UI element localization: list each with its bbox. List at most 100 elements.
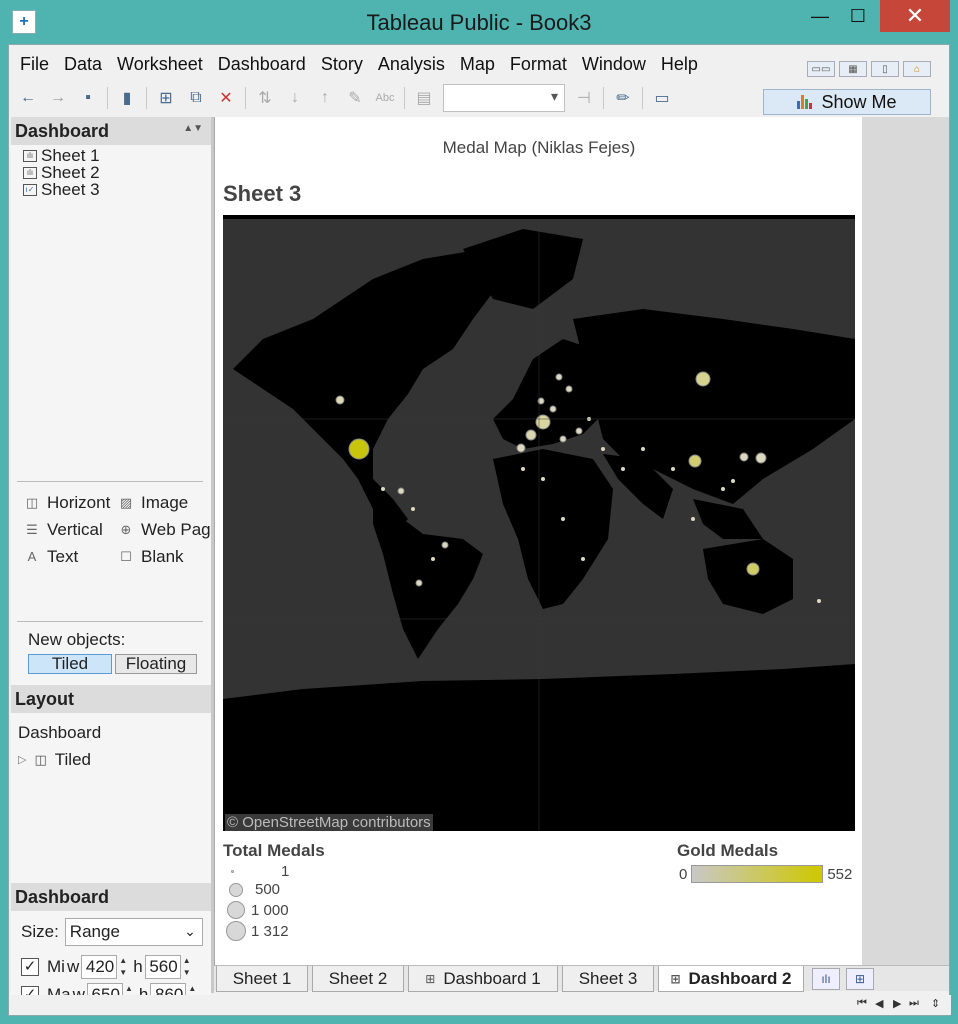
- prev-sheet-icon[interactable]: ◀: [875, 997, 883, 1010]
- menu-data[interactable]: Data: [64, 54, 102, 75]
- size-dot-icon: [229, 882, 243, 897]
- section-menu-icon[interactable]: ▲▼: [183, 123, 203, 134]
- layout-tree-item[interactable]: ▷ ◫ Tiled: [18, 746, 101, 773]
- redo-icon[interactable]: →: [47, 87, 69, 109]
- object-blank[interactable]: ☐ Blank: [119, 547, 213, 567]
- size-dot-icon: [227, 901, 245, 919]
- clear-sheet-icon[interactable]: ✕: [215, 87, 237, 109]
- menu-dashboard[interactable]: Dashboard: [218, 54, 306, 75]
- map-attribution[interactable]: © OpenStreetMap contributors: [225, 814, 433, 831]
- layout-section-header: Layout: [11, 685, 211, 713]
- object-label: Image: [141, 492, 189, 512]
- tab-dashboard-2[interactable]: ⊞ Dashboard 2: [658, 966, 804, 992]
- maximize-button[interactable]: ☐: [833, 0, 883, 32]
- size-value: Range: [69, 922, 120, 941]
- size-dot-icon: [226, 921, 246, 941]
- object-horizontal[interactable]: ◫ Horizont: [25, 493, 119, 513]
- tab-sheet-1[interactable]: Sheet 1: [216, 966, 308, 992]
- pen-icon[interactable]: ✏: [612, 87, 634, 109]
- gold-gradient-bar: [691, 865, 824, 883]
- menu-analysis[interactable]: Analysis: [378, 54, 445, 75]
- worksheet-used-icon: ı✓: [23, 183, 37, 196]
- min-size-checkbox[interactable]: ✓: [21, 958, 39, 976]
- bar-chart-icon: [797, 95, 813, 109]
- data-source-view-icon[interactable]: ▯: [871, 61, 899, 77]
- next-sheet-icon[interactable]: ▶: [893, 997, 901, 1010]
- medal-map[interactable]: © OpenStreetMap contributors: [223, 215, 855, 831]
- undo-icon[interactable]: ←: [17, 87, 39, 109]
- pin-icon[interactable]: ⊣: [573, 87, 595, 109]
- tab-sheet-3[interactable]: Sheet 3: [562, 966, 654, 992]
- duplicate-sheet-icon[interactable]: ⧉: [185, 87, 207, 109]
- gold-min-label: 0: [679, 865, 688, 883]
- total-medals-legend-title: Total Medals: [223, 841, 325, 860]
- min-width-spinner[interactable]: ▲ ▼: [117, 955, 129, 979]
- legend-size-item: 1 000: [227, 901, 289, 919]
- tab-label: Dashboard 1: [443, 968, 541, 988]
- scroll-arrows-icon[interactable]: ⇕: [931, 997, 940, 1010]
- tab-label: Sheet 1: [232, 968, 292, 988]
- home-icon[interactable]: ⌂: [903, 61, 931, 77]
- new-worksheet-tab-icon[interactable]: ılı: [812, 968, 840, 990]
- show-me-button[interactable]: Show Me: [763, 89, 931, 115]
- menu-bar: File Data Worksheet Dashboard Story Anal…: [9, 49, 769, 79]
- film-strip-view-icon[interactable]: ▭▭: [807, 61, 835, 77]
- min-height-input[interactable]: 560: [144, 955, 181, 979]
- tab-sheet-2[interactable]: Sheet 2: [312, 966, 404, 992]
- tab-label: Sheet 2: [328, 968, 388, 988]
- toolbar-separator: [404, 87, 405, 109]
- menu-worksheet[interactable]: Worksheet: [117, 54, 203, 75]
- new-dashboard-tab-icon[interactable]: ⊞: [846, 968, 874, 990]
- object-label: Blank: [141, 546, 184, 566]
- sort-desc-icon[interactable]: ↑: [314, 87, 336, 109]
- menu-file[interactable]: File: [20, 54, 49, 75]
- presentation-icon[interactable]: ▭: [651, 87, 673, 109]
- text-icon: A: [27, 549, 37, 564]
- swap-icon[interactable]: ⇅: [254, 87, 276, 109]
- fit-dropdown[interactable]: ▾: [443, 84, 565, 112]
- legend-size-item: 500: [229, 881, 280, 898]
- size-select[interactable]: Range ⌄: [64, 918, 203, 946]
- new-worksheet-icon[interactable]: ⊞: [155, 87, 177, 109]
- highlight-icon[interactable]: ✎: [344, 87, 366, 109]
- tab-dashboard-1[interactable]: ⊞ Dashboard 1: [408, 966, 558, 992]
- sheet-list-item[interactable]: ılı Sheet 1: [23, 146, 100, 165]
- tab-label: Sheet 3: [578, 968, 638, 988]
- menu-map[interactable]: Map: [460, 54, 495, 75]
- floating-toggle[interactable]: Floating: [115, 654, 197, 674]
- toolbar-separator: [107, 87, 108, 109]
- save-icon[interactable]: ▪: [77, 87, 99, 109]
- gold-medals-legend-title: Gold Medals: [677, 841, 779, 860]
- min-height-spinner[interactable]: ▲ ▼: [181, 955, 193, 979]
- labels-icon[interactable]: Abc: [374, 87, 396, 109]
- first-sheet-icon[interactable]: ⏮: [857, 997, 867, 1010]
- worksheet-icon: ılı: [23, 149, 37, 162]
- sheet-list-item[interactable]: ılı Sheet 2: [23, 163, 100, 182]
- expand-arrow-icon[interactable]: ▷: [18, 753, 26, 766]
- tab-label: Dashboard 2: [688, 968, 792, 988]
- divider: [17, 621, 203, 622]
- title-bar: + Tableau Public - Book3 — ☐ ✕: [0, 0, 958, 44]
- globe-icon: ⊕: [120, 521, 132, 537]
- menu-help[interactable]: Help: [661, 54, 698, 75]
- layout-tree-root[interactable]: Dashboard: [18, 719, 101, 746]
- sheet-list-item[interactable]: ı✓ Sheet 3: [23, 180, 100, 199]
- close-button[interactable]: ✕: [880, 0, 950, 32]
- sheet-sorter-view-icon[interactable]: ▦: [839, 61, 867, 77]
- fit-icon[interactable]: ▤: [413, 87, 435, 109]
- object-web-page[interactable]: ⊕ Web Pag: [119, 520, 213, 540]
- menu-story[interactable]: Story: [321, 54, 363, 75]
- data-source-icon[interactable]: ▮: [116, 87, 138, 109]
- menu-window[interactable]: Window: [582, 54, 646, 75]
- object-text[interactable]: A Text: [25, 547, 119, 567]
- min-width-input[interactable]: 420: [81, 955, 118, 979]
- menu-format[interactable]: Format: [510, 54, 567, 75]
- object-vertical[interactable]: ☰ Vertical: [25, 520, 119, 540]
- tiled-toggle[interactable]: Tiled: [28, 654, 112, 674]
- chevron-down-icon: ▾: [550, 88, 558, 104]
- object-image[interactable]: ▨ Image: [119, 493, 213, 513]
- last-sheet-icon[interactable]: ⏭: [909, 997, 919, 1010]
- sort-asc-icon[interactable]: ↓: [284, 87, 306, 109]
- dashboard-title: Medal Map (Niklas Fejes): [442, 138, 636, 157]
- layout-tree: Dashboard ▷ ◫ Tiled: [18, 719, 101, 773]
